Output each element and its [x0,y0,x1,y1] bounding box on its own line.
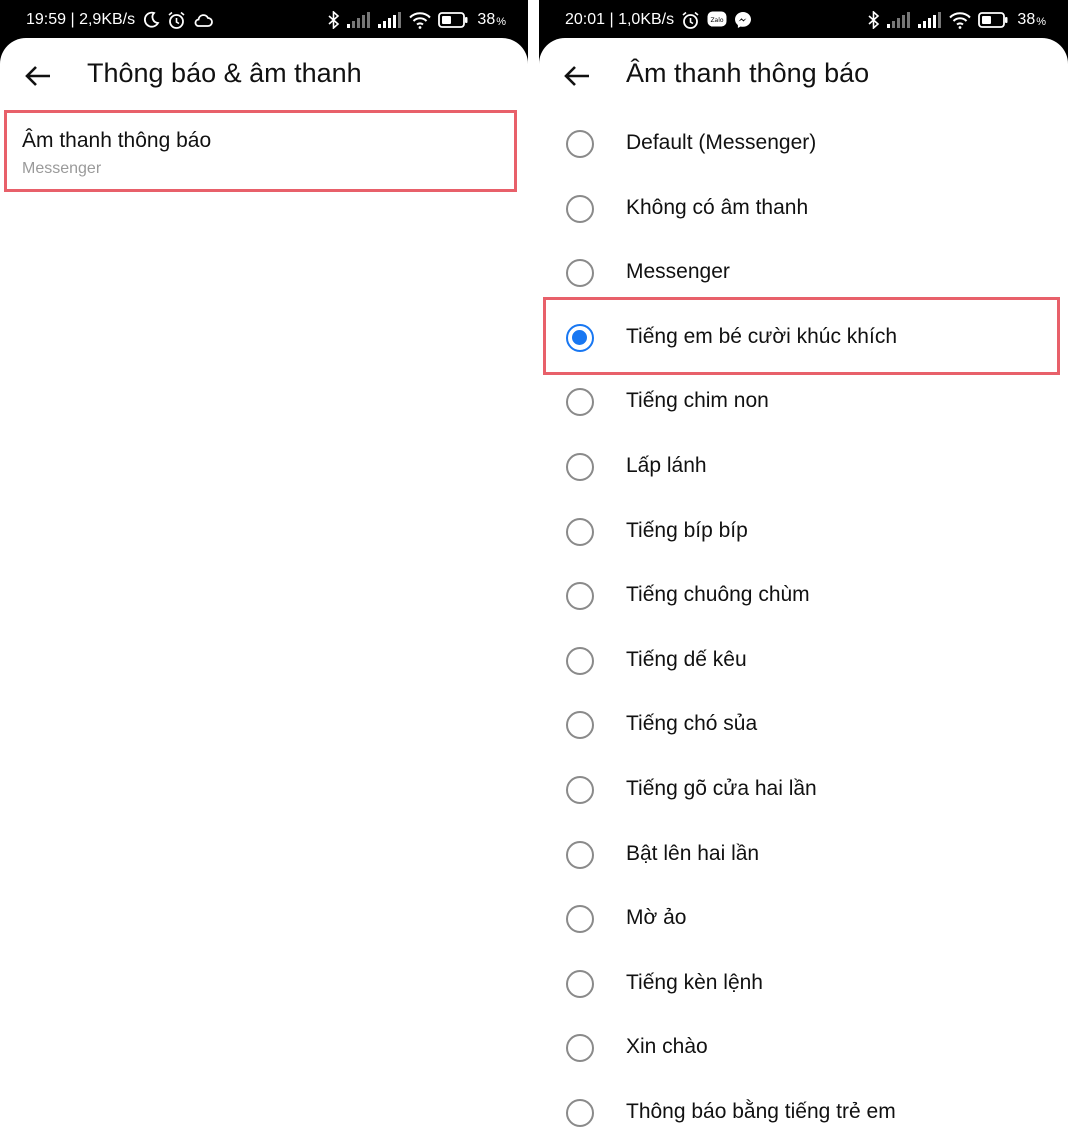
sound-option[interactable]: Tiếng chó sủa [539,698,1068,758]
radio-button[interactable] [566,453,594,481]
alarm-icon [167,11,186,30]
sound-option[interactable]: Tiếng kèn lệnh [539,957,1068,1017]
status-bar: 19:59 | 2,9KB/s 38 % [0,0,528,40]
setting-subtitle: Messenger [22,160,102,177]
sound-picker-screen: Âm thanh thông báo Default (Messenger) Kh… [539,38,1068,1146]
sound-option-label: Xin chào [626,1035,708,1059]
phone-screen-right: 20:01 | 1,0KB/s Zalo 38 % Âm thanh thông… [539,0,1068,1146]
sound-option[interactable]: Tiếng em bé cười khúc khích [539,311,1068,371]
phone-screen-left: 19:59 | 2,9KB/s 38 % Thông báo & âm than… [0,0,528,1146]
setting-title: Âm thanh thông báo [22,129,212,152]
app-bar: Thông báo & âm thanh [0,38,528,112]
notification-sound-setting[interactable]: Âm thanh thông báo Messenger [4,110,517,192]
sound-option-label: Tiếng kèn lệnh [626,970,763,994]
sound-option-label: Tiếng bíp bíp [626,518,748,542]
wifi-icon [949,11,972,29]
radio-dot [572,329,587,345]
bluetooth-icon [868,11,880,29]
sound-option[interactable]: Không có âm thanh [539,182,1068,242]
radio-button[interactable] [566,517,594,546]
signal-icon [347,12,371,28]
sound-option[interactable]: Lấp lánh [539,440,1068,500]
radio-button[interactable] [566,259,594,288]
battery-percent: 38 [477,11,496,28]
cloud-sync-icon [193,12,214,28]
sound-option[interactable]: Tiếng dế kêu [539,634,1068,694]
radio-button[interactable] [566,130,594,158]
radio-button[interactable] [566,840,594,869]
radio-button[interactable] [566,905,594,934]
signal-icon [918,12,942,28]
sound-option[interactable]: Tiếng gõ cửa hai lần [539,763,1068,823]
messenger-icon [734,11,752,29]
sound-option[interactable]: Thông báo bằng tiếng trẻ em [539,1086,1068,1146]
moon-icon [142,11,160,29]
signal-icon [887,12,911,28]
sound-option-label: Tiếng dế kêu [626,647,747,671]
sound-option-label: Tiếng chuông chùm [626,583,810,607]
status-time-speed: 19:59 | 2,9KB/s [26,11,136,28]
sound-option-label: Mờ ảo [626,906,687,930]
sound-option-label: Tiếng gõ cửa hai lần [626,777,817,800]
radio-button[interactable] [566,582,594,611]
sound-option-label: Messenger [626,260,730,284]
sound-option-label: Tiếng chim non [626,389,769,413]
alarm-icon [681,11,700,30]
sound-option[interactable]: Tiếng chim non [539,375,1068,435]
radio-button[interactable] [566,323,594,352]
sound-option-label: Thông báo bằng tiếng trẻ em [626,1100,896,1123]
battery-icon [438,12,468,28]
page-title: Âm thanh thông báo [626,58,870,88]
radio-button[interactable] [566,1099,594,1127]
screenshot-divider [528,0,539,1146]
signal-icon [378,12,402,28]
radio-button[interactable] [566,388,594,417]
radio-button[interactable] [566,776,594,804]
battery-icon [978,12,1008,28]
percent-sign: % [1036,16,1046,28]
sound-option[interactable]: Tiếng chuông chùm [539,569,1068,629]
status-time-speed: 20:01 | 1,0KB/s [565,11,675,28]
sound-option-label: Lấp lánh [626,454,707,477]
sound-option[interactable]: Messenger [539,246,1068,306]
battery-percent: 38 [1017,11,1036,28]
zalo-icon: Zalo [707,11,727,29]
settings-screen: Thông báo & âm thanh Âm thanh thông báo … [0,38,528,1146]
arrow-left-icon [564,66,589,86]
sound-option[interactable]: Tiếng bíp bíp [539,505,1068,565]
sound-option-label: Tiếng em bé cười khúc khích [626,324,898,348]
sound-option-label: Default (Messenger) [626,131,817,154]
sound-option-label: Không có âm thanh [626,195,809,219]
arrow-left-icon [25,66,50,86]
app-bar: Âm thanh thông báo [539,38,1068,112]
radio-button[interactable] [566,1034,594,1063]
bluetooth-icon [328,11,340,29]
back-button[interactable] [16,54,60,98]
back-button[interactable] [555,54,599,98]
zalo-label: Zalo [711,17,724,24]
sound-option-label: Bật lên hai lần [626,841,760,865]
sound-option[interactable]: Mờ ảo [539,892,1068,952]
sound-option-label: Tiếng chó sủa [626,712,758,736]
status-bar: 20:01 | 1,0KB/s Zalo 38 % [539,0,1068,40]
radio-button[interactable] [566,646,594,675]
wifi-icon [409,11,432,29]
sound-option[interactable]: Xin chào [539,1021,1068,1081]
sound-option[interactable]: Default (Messenger) [539,117,1068,177]
sound-option[interactable]: Bật lên hai lần [539,828,1068,888]
radio-button[interactable] [566,969,594,998]
radio-button[interactable] [566,711,594,740]
radio-button[interactable] [566,194,594,223]
percent-sign: % [496,16,506,28]
page-title: Thông báo & âm thanh [87,58,362,88]
